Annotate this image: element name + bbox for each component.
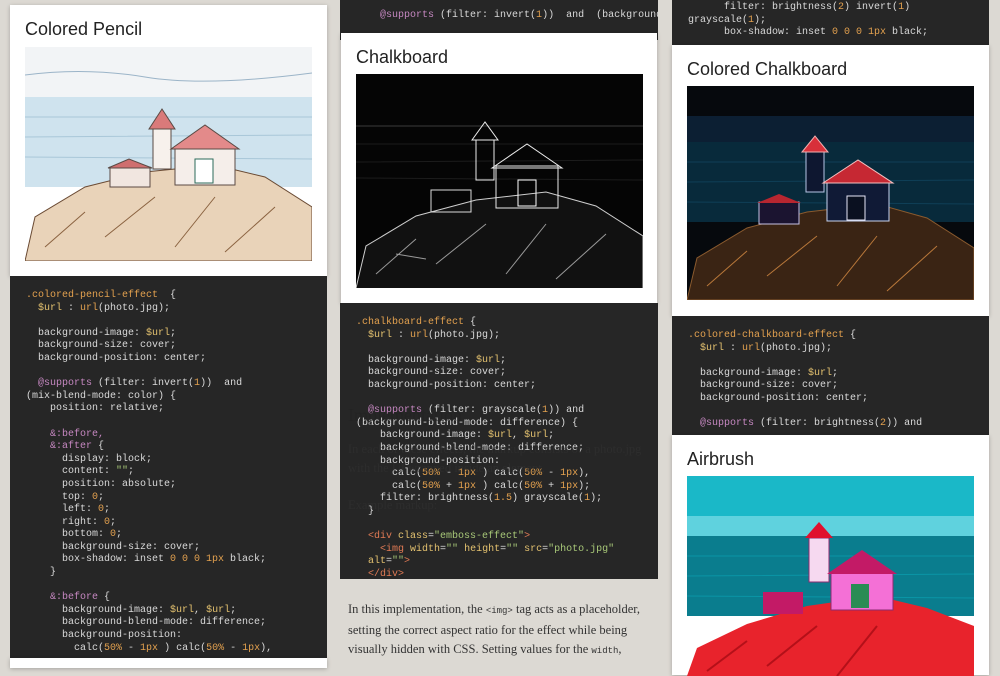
airbrush-photo [687,476,974,676]
colored-pencil-code-line: background-image: $url, $url; [26,604,237,616]
colored-pencil-title: Colored Pencil [25,19,143,39]
chalkboard-code-line [356,519,658,532]
chalkboard-code-line: <div class="emboss-effect"> [356,531,531,543]
colored-pencil-code-line: calc(50% - 1px ) calc(50% - 1px), [26,642,273,654]
colored-pencil-code: .colored-pencil-effect { $url : url(phot… [10,276,327,666]
colored-pencil-code-line: position: relative; [26,403,165,415]
colored-pencil-code-line: bottom: 0; [26,529,123,541]
colored-chalkboard-code-line: background-size: cover; [688,380,839,392]
chalkboard-code-line: background-size: cover; [356,367,507,379]
colored-pencil-code-line: position: absolute; [26,478,177,490]
implementation-article: In this implementation, the <img> tag ac… [348,600,653,661]
colored-pencil-code-line: background-position: center; [26,352,207,364]
colored-pencil-code-line: background-blend-mode: difference; [26,617,267,629]
inline-code-img: <img> [485,606,513,616]
chalkboard-code-line: background-position: center; [356,379,537,391]
colored-pencil-code-line: content: ""; [26,466,135,478]
colored-pencil-code-line: $url : url(photo.jpg); [26,302,171,314]
colored-pencil-code-line: &:before { [26,592,111,604]
airbrush-title: Airbrush [687,449,755,469]
chalkboard-code-line: </div> [356,568,405,579]
implementation-intro: In each of these effects, the markup con… [348,442,642,475]
chalkboard-title: Chalkboard [356,47,449,67]
colored-pencil-code-line [26,366,327,379]
chalkboard-top-snippet-line: @supports (filter: invert(1)) and (backg… [356,10,658,21]
colored-pencil-code-line: right: 0; [26,516,117,528]
colored-chalkboard-code-line: $url : url(photo.jpg); [688,342,833,354]
colored-pencil-code-line [26,580,327,593]
colored-chalkboard-card: Colored Chalkboard [672,45,989,316]
colored-pencil-code-line: top: 0; [26,491,105,503]
colored-pencil-code-line: &:before, [26,428,105,440]
colored-chalkboard-title: Colored Chalkboard [687,59,848,79]
colored-chalkboard-top-snippet-line: grayscale(1); [688,14,767,26]
colored-pencil-code-line: (mix-blend-mode: color) { [26,390,177,402]
colored-chalkboard-code-line: background-position: center; [688,392,869,404]
example-markup-label: Example markup: [348,498,438,512]
colored-chalkboard-code-line [688,355,989,368]
colored-chalkboard-code-line: .colored-chalkboard-effect { [688,330,857,341]
implementation-paragraph: In this implementation, the <img> tag ac… [348,602,641,656]
colored-pencil-card-bottom-edge [10,658,327,668]
chalkboard-code-line: <img width="" height="" src="photo.jpg" [356,543,615,555]
chalkboard-code-line: background-image: $url; [356,354,507,366]
airbrush-card: Airbrush [672,435,989,676]
chalkboard-code-line: $url : url(photo.jpg); [356,329,501,341]
implementation-article-behind: Implementation In each of these effects,… [348,405,653,515]
chalkboard-code-line: alt=""> [356,556,411,568]
colored-pencil-code-line [26,315,327,328]
chalkboard-card: Chalkboard [341,33,657,303]
colored-pencil-code-line: background-image: $url; [26,327,177,339]
colored-pencil-code-line: &:after { [26,441,105,453]
colored-pencil-code-line: box-shadow: inset 0 0 0 1px black; [26,554,267,566]
colored-pencil-code-line: display: block; [26,453,153,465]
colored-pencil-code-line: background-position: [26,630,183,642]
colored-pencil-code-line: left: 0; [26,504,111,516]
chalkboard-code-line [356,342,658,355]
colored-pencil-photo [25,47,312,261]
colored-chalkboard-code-line: @supports (filter: brightness(2)) and [688,418,923,430]
colored-chalkboard-code-line [688,406,989,419]
colored-pencil-code-line: background-size: cover; [26,340,177,352]
chalkboard-code-line [356,393,658,406]
chalkboard-photo [356,74,643,288]
chalkboard-code-line: .chalkboard-effect { [356,317,477,328]
colored-pencil-code-line [26,416,327,429]
colored-pencil-card: Colored Pencil [10,5,327,276]
colored-chalkboard-top-snippet-line: box-shadow: inset 0 0 0 1px black; [688,27,929,39]
colored-chalkboard-top-snippet: filter: brightness(2) invert(1) grayscale… [672,0,989,46]
colored-pencil-code-line: } [26,567,57,579]
colored-chalkboard-code-line: background-image: $url; [688,367,839,379]
implementation-heading: Implementation [348,405,462,425]
inline-code-width: width [591,646,619,656]
colored-chalkboard-code: .colored-chalkboard-effect { $url : url(… [672,316,989,446]
colored-pencil-code-line: @supports (filter: invert(1)) and [26,378,243,390]
colored-pencil-code-line: .colored-pencil-effect { [26,290,177,301]
colored-pencil-code-line: background-size: cover; [26,541,201,553]
colored-chalkboard-top-snippet-line: filter: brightness(2) invert(1) [688,2,911,13]
colored-chalkboard-photo [687,86,974,300]
